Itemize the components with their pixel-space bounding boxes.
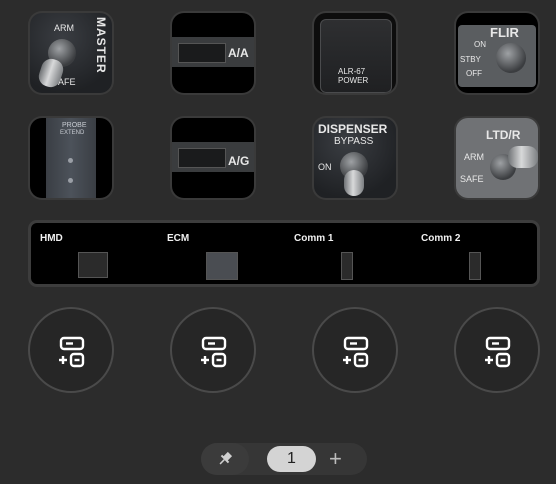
flir-key[interactable]: FLIR ON STBY OFF [454,11,540,95]
ecm-label: ECM [167,233,190,244]
master-arm-key[interactable]: ARM MASTER SAFE [28,11,114,95]
power-label: POWER [338,76,369,85]
off-label: OFF [466,69,482,78]
safe-label: SAFE [460,174,484,184]
comm2-switch-icon[interactable] [469,252,481,280]
comm2-label: Comm 2 [421,233,461,244]
flir-switch-face: FLIR ON STBY OFF [456,13,538,93]
aa-label: A/A [228,46,249,60]
toggle-lever-icon [344,170,364,196]
aa-mode-key[interactable]: A/A [170,11,256,95]
empty-slot-button[interactable] [28,307,114,393]
dispenser-bypass-key[interactable]: DISPENSER BYPASS ON [312,116,398,200]
aa-button-face: A/A [172,13,254,93]
ag-mode-key[interactable]: A/G [170,116,256,200]
stby-label: STBY [460,55,481,64]
flir-title: FLIR [490,25,519,40]
ltdr-key[interactable]: LTD/R ARM SAFE [454,116,540,200]
master-arm-switch-face: ARM MASTER SAFE [30,13,112,93]
comm1-switch-icon[interactable] [341,252,353,280]
probe-label: PROBE [62,122,87,129]
probe-switch-face: PROBE EXTEND [30,118,112,198]
arm-label: ARM [54,23,74,33]
alr67-label: ALR-67 [338,67,366,76]
switch-pivot-icon [68,178,73,183]
current-page-indicator[interactable]: 1 [267,446,316,472]
add-slot-icon [59,336,85,368]
probe-key[interactable]: PROBE EXTEND [28,116,114,200]
toggle-lever-icon [508,146,538,168]
empty-slot-button[interactable] [454,307,540,393]
pin-icon [219,451,233,465]
alr67-button-face: ALR-67 POWER [314,13,396,93]
on-label: ON [474,40,486,49]
multi-action-strip[interactable]: HMD ECM Comm 1 Comm 2 [28,220,540,287]
on-label: ON [318,162,332,172]
pin-button[interactable] [201,443,249,475]
hmd-knob-icon[interactable] [78,252,108,278]
arm-label: ARM [464,152,484,162]
add-slot-icon [343,336,369,368]
dispenser-switch-face: DISPENSER BYPASS ON [314,118,396,198]
empty-slot-button[interactable] [312,307,398,393]
empty-slot-button[interactable] [170,307,256,393]
ltdr-switch-face: LTD/R ARM SAFE [456,118,538,198]
indicator-window [178,43,226,63]
hmd-label: HMD [40,233,63,244]
ag-label: A/G [228,154,250,168]
add-slot-icon [201,336,227,368]
add-slot-icon [485,336,511,368]
rotary-knob-icon [496,43,526,73]
alr67-power-key[interactable]: ALR-67 POWER [312,11,398,95]
dispenser-title: DISPENSER [318,122,388,136]
ecm-dial-icon[interactable] [206,252,238,280]
master-label: MASTER [94,17,108,74]
ag-button-face: A/G [172,118,254,198]
ltdr-title: LTD/R [486,128,521,142]
plus-icon[interactable]: + [329,445,342,473]
comm1-label: Comm 1 [294,233,334,244]
bypass-label: BYPASS [334,136,374,147]
extend-label: EXTEND [60,130,85,136]
switch-pivot-icon [68,158,73,163]
indicator-window [178,148,226,168]
page-navigator: 1 + [201,443,367,475]
